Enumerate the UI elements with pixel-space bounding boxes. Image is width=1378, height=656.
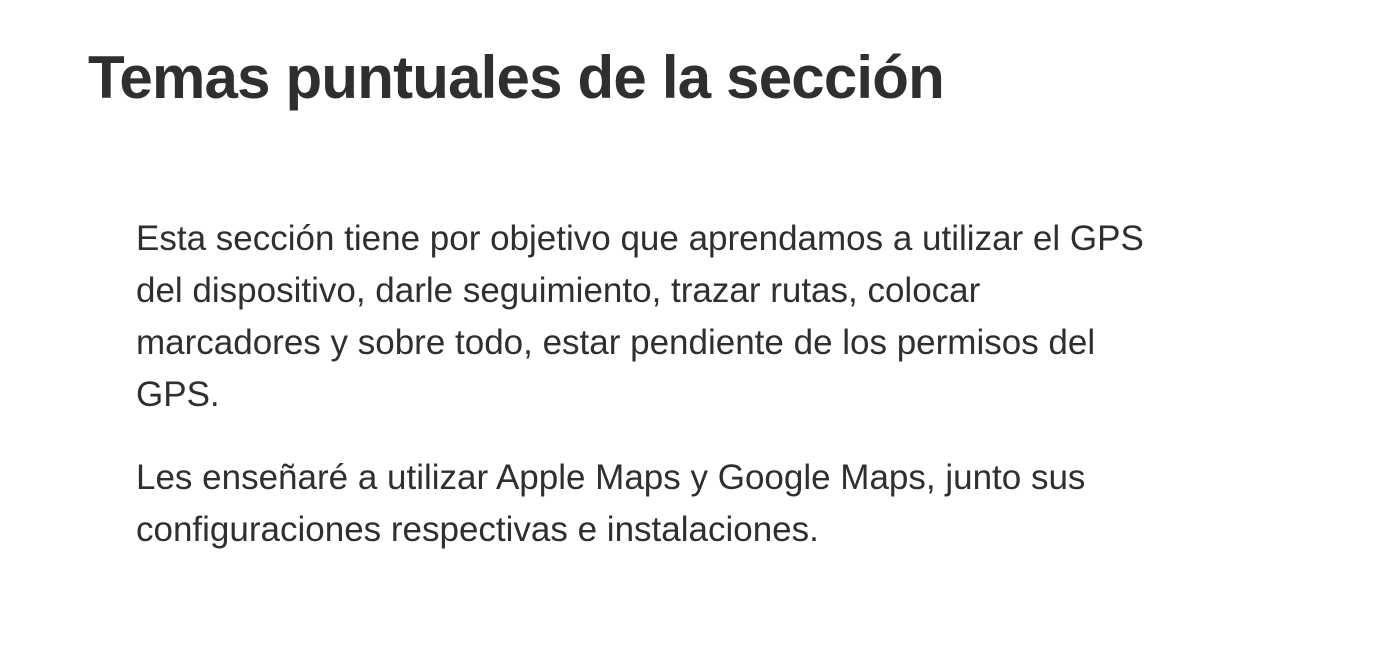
section-description: Esta sección tiene por objetivo que apre…: [136, 213, 1246, 556]
paragraph-line: Esta sección tiene por objetivo que apre…: [136, 219, 1144, 258]
paragraph-line: GPS.: [136, 375, 220, 414]
paragraph-line: Les enseñaré a utilizar Apple Maps y Goo…: [136, 458, 1086, 497]
description-paragraph-maps: Les enseñaré a utilizar Apple Maps y Goo…: [136, 452, 1246, 556]
paragraph-line: configuraciones respectivas e instalacio…: [136, 510, 819, 549]
section-content: Temas puntuales de la sección Esta secci…: [0, 0, 1378, 656]
description-paragraph-objective: Esta sección tiene por objetivo que apre…: [136, 213, 1246, 421]
paragraph-line: marcadores y sobre todo, estar pendiente…: [136, 323, 1096, 362]
paragraph-line: del dispositivo, darle seguimiento, traz…: [136, 271, 981, 310]
section-title: Temas puntuales de la sección: [88, 44, 945, 111]
